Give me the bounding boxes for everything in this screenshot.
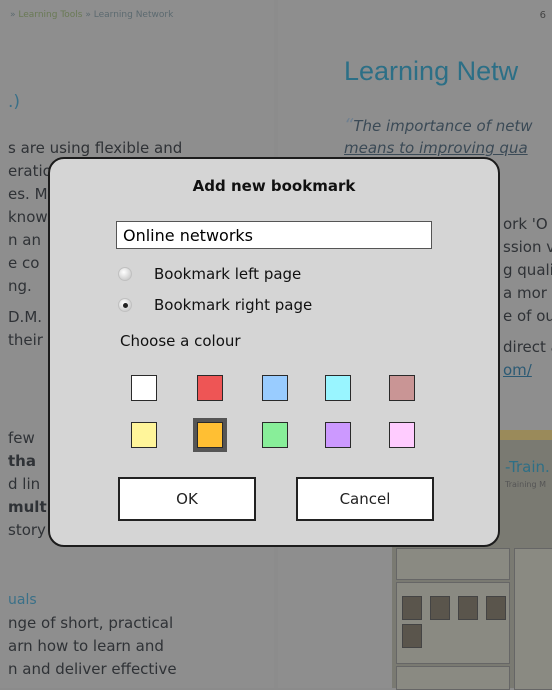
advert-box [396, 548, 510, 580]
radio-bookmark-left-page[interactable]: Bookmark left page [118, 265, 301, 283]
colour-swatch-blue[interactable] [262, 375, 288, 401]
text-line: tha [8, 452, 36, 470]
person-thumbnail [402, 596, 422, 620]
radio-label: Bookmark right page [154, 296, 313, 314]
page-number: 6 [539, 10, 546, 21]
page-title: Learning Netw [344, 56, 519, 86]
text-line: few [8, 429, 35, 447]
colour-swatch-purple[interactable] [325, 422, 351, 448]
cancel-button[interactable]: Cancel [296, 477, 434, 521]
colour-swatch-cyan[interactable] [325, 375, 351, 401]
text-line: arn how to learn and [8, 637, 164, 655]
colour-swatch-pink[interactable] [389, 422, 415, 448]
text-line: a mor [503, 284, 547, 302]
text-line: n and deliver effective [8, 660, 177, 678]
advert-subtitle: Training M [505, 480, 547, 489]
radio-label: Bookmark left page [154, 265, 302, 283]
person-thumbnail [458, 596, 478, 620]
radio-button[interactable] [118, 267, 132, 281]
colour-swatch-green[interactable] [262, 422, 288, 448]
advert-box [396, 666, 510, 690]
dialog-title: Add new bookmark [192, 177, 356, 195]
text-line: d lin [8, 475, 41, 493]
section-heading: uals [8, 592, 37, 608]
colour-swatch-red[interactable] [197, 375, 223, 401]
add-bookmark-dialog: Add new bookmark Bookmark left page Book… [48, 157, 500, 547]
text-line: story [8, 521, 46, 539]
colour-label: Choose a colour [120, 332, 241, 350]
background-link[interactable]: om/ [503, 359, 552, 382]
breadcrumb: » Learning Tools » Learning Network [10, 10, 173, 20]
right-text-block: ork 'O ssion v g quali a mor e of ou dir… [503, 213, 552, 382]
person-thumbnail [402, 624, 422, 648]
text-line: nge of short, practical [8, 614, 174, 632]
left-text-block-2: few tha d lin mult story [8, 427, 47, 542]
text-line: e of ou [503, 307, 552, 325]
text-line: ssion v [503, 238, 552, 256]
text-line: mult [8, 498, 47, 516]
text-line: direct a [503, 338, 552, 356]
text-line: g quali [503, 261, 552, 279]
colour-swatch-yellow[interactable] [131, 422, 157, 448]
text-line: ork 'O [503, 215, 548, 233]
breadcrumb-page: Learning Network [93, 10, 174, 20]
advert-box [396, 582, 510, 664]
colour-swatch-orange-selected[interactable] [193, 418, 227, 452]
person-thumbnail [486, 596, 506, 620]
quote-line: means to improving qua [344, 139, 528, 157]
person-thumbnail [430, 596, 450, 620]
quote: “The importance of netw means to improvi… [344, 115, 533, 159]
left-heading: .) [8, 92, 21, 112]
colour-swatch-white[interactable] [131, 375, 157, 401]
quote-mark-icon: “ [344, 115, 354, 136]
breadcrumb-sep: » [85, 10, 91, 20]
radio-bookmark-right-page[interactable]: Bookmark right page [118, 296, 312, 314]
bottom-text-block: nge of short, practical arn how to learn… [8, 612, 177, 681]
breadcrumb-section: Learning Tools [18, 10, 83, 20]
quote-line: The importance of netw [353, 117, 533, 135]
advert-brand: -Train. [505, 458, 550, 476]
breadcrumb-sep: » [10, 10, 16, 20]
radio-button-checked[interactable] [118, 298, 132, 312]
colour-swatch-rose[interactable] [389, 375, 415, 401]
bookmark-name-input[interactable] [116, 221, 432, 249]
ok-button[interactable]: OK [118, 477, 256, 521]
advert-box [514, 548, 552, 690]
